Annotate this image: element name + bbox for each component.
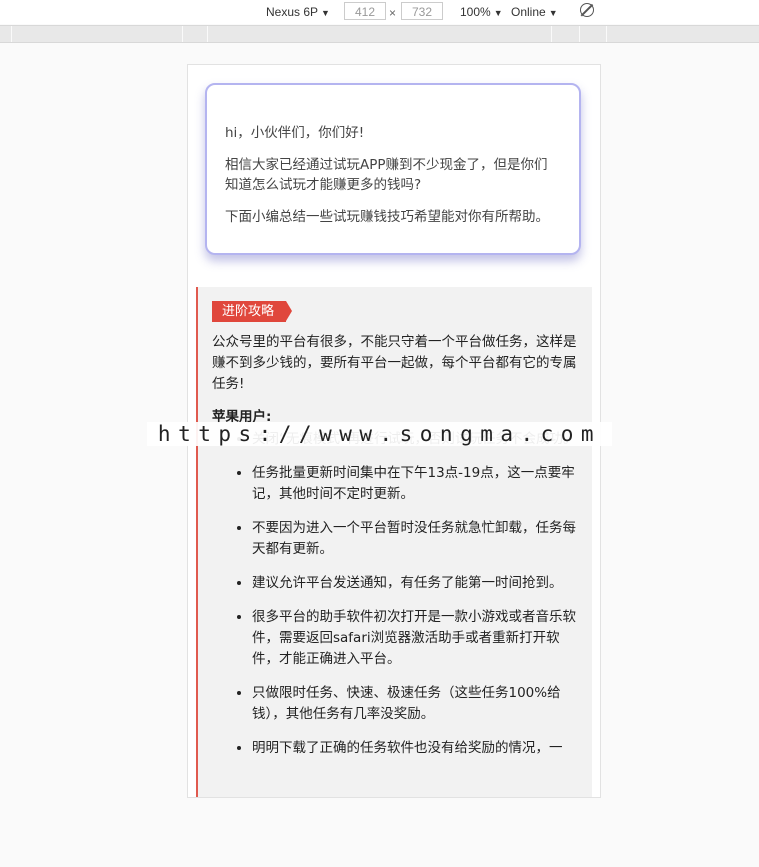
chevron-down-icon: ▼ [493, 8, 503, 18]
ruler-divider [207, 26, 208, 42]
list-item: 明明下载了正确的任务软件也没有给奖励的情况，一 [252, 738, 578, 759]
ruler-divider [11, 26, 12, 42]
device-label: Nexus 6P [266, 5, 319, 19]
media-query-bar[interactable] [0, 25, 759, 43]
devtools-toolbar: Nexus 6P ▼ 412 × 732 100% ▼ Online ▼ [0, 0, 759, 24]
list-item: 任务批量更新时间集中在下午13点-19点，这一点要牢记，其他时间不定时更新。 [252, 463, 578, 505]
dimension-separator: × [389, 6, 397, 20]
network-label: Online [511, 5, 546, 19]
ruler-divider [551, 26, 552, 42]
section-paragraph: 公众号里的平台有很多，不能只守着一个平台做任务，这样是赚不到多少钱的，要所有平台… [212, 334, 577, 392]
intro-card: hi，小伙伴们，你们好! 相信大家已经通过试玩APP赚到不少现金了，但是你们知道… [205, 83, 581, 255]
chevron-down-icon: ▼ [548, 8, 558, 18]
list-item: 很多平台的助手软件初次打开是一款小游戏或者音乐软件，需要返回safari浏览器激… [252, 607, 578, 670]
intro-paragraph: 下面小编总结一些试玩赚钱技巧希望能对你有所帮助。 [225, 209, 549, 225]
ruler-divider [606, 26, 607, 42]
ruler-divider [182, 26, 183, 42]
advanced-tips-section: 进阶攻略 公众号里的平台有很多，不能只守着一个平台做任务，这样是赚不到多少钱的，… [196, 287, 592, 797]
width-input[interactable]: 412 [344, 2, 386, 20]
intro-paragraph: 相信大家已经通过试玩APP赚到不少现金了，但是你们知道怎么试玩才能赚更多的钱吗? [225, 157, 548, 193]
section-subhead: 苹果用户: [212, 409, 272, 423]
list-item: 不要因为进入一个平台暂时没任务就急忙卸载，任务每天都有更新。 [252, 518, 578, 560]
list-item: 建议允许平台发送通知，有任务了能第一时间抢到。 [252, 573, 578, 594]
section-tag: 进阶攻略 [212, 301, 293, 322]
device-select[interactable]: Nexus 6P ▼ [266, 4, 330, 21]
chevron-down-icon: ▼ [321, 8, 330, 18]
zoom-select[interactable]: 100% ▼ [460, 4, 503, 21]
greeting-text: hi，小伙伴们，你们好! [225, 125, 365, 141]
watermark-text: https://www.songma.com [147, 422, 612, 446]
tips-list: 关闭“无痕模式”再进行试玩，否则试玩任务不会成功。 任务批量更新时间集中在下午1… [212, 429, 578, 759]
zoom-label: 100% [460, 5, 491, 19]
list-item: 只做限时任务、快速、极速任务（这些任务100%给钱），其他任务有几率没奖励。 [252, 683, 578, 725]
network-select[interactable]: Online ▼ [511, 4, 558, 21]
ruler-divider [579, 26, 580, 42]
height-input[interactable]: 732 [401, 2, 443, 20]
rotate-icon[interactable] [580, 3, 594, 17]
